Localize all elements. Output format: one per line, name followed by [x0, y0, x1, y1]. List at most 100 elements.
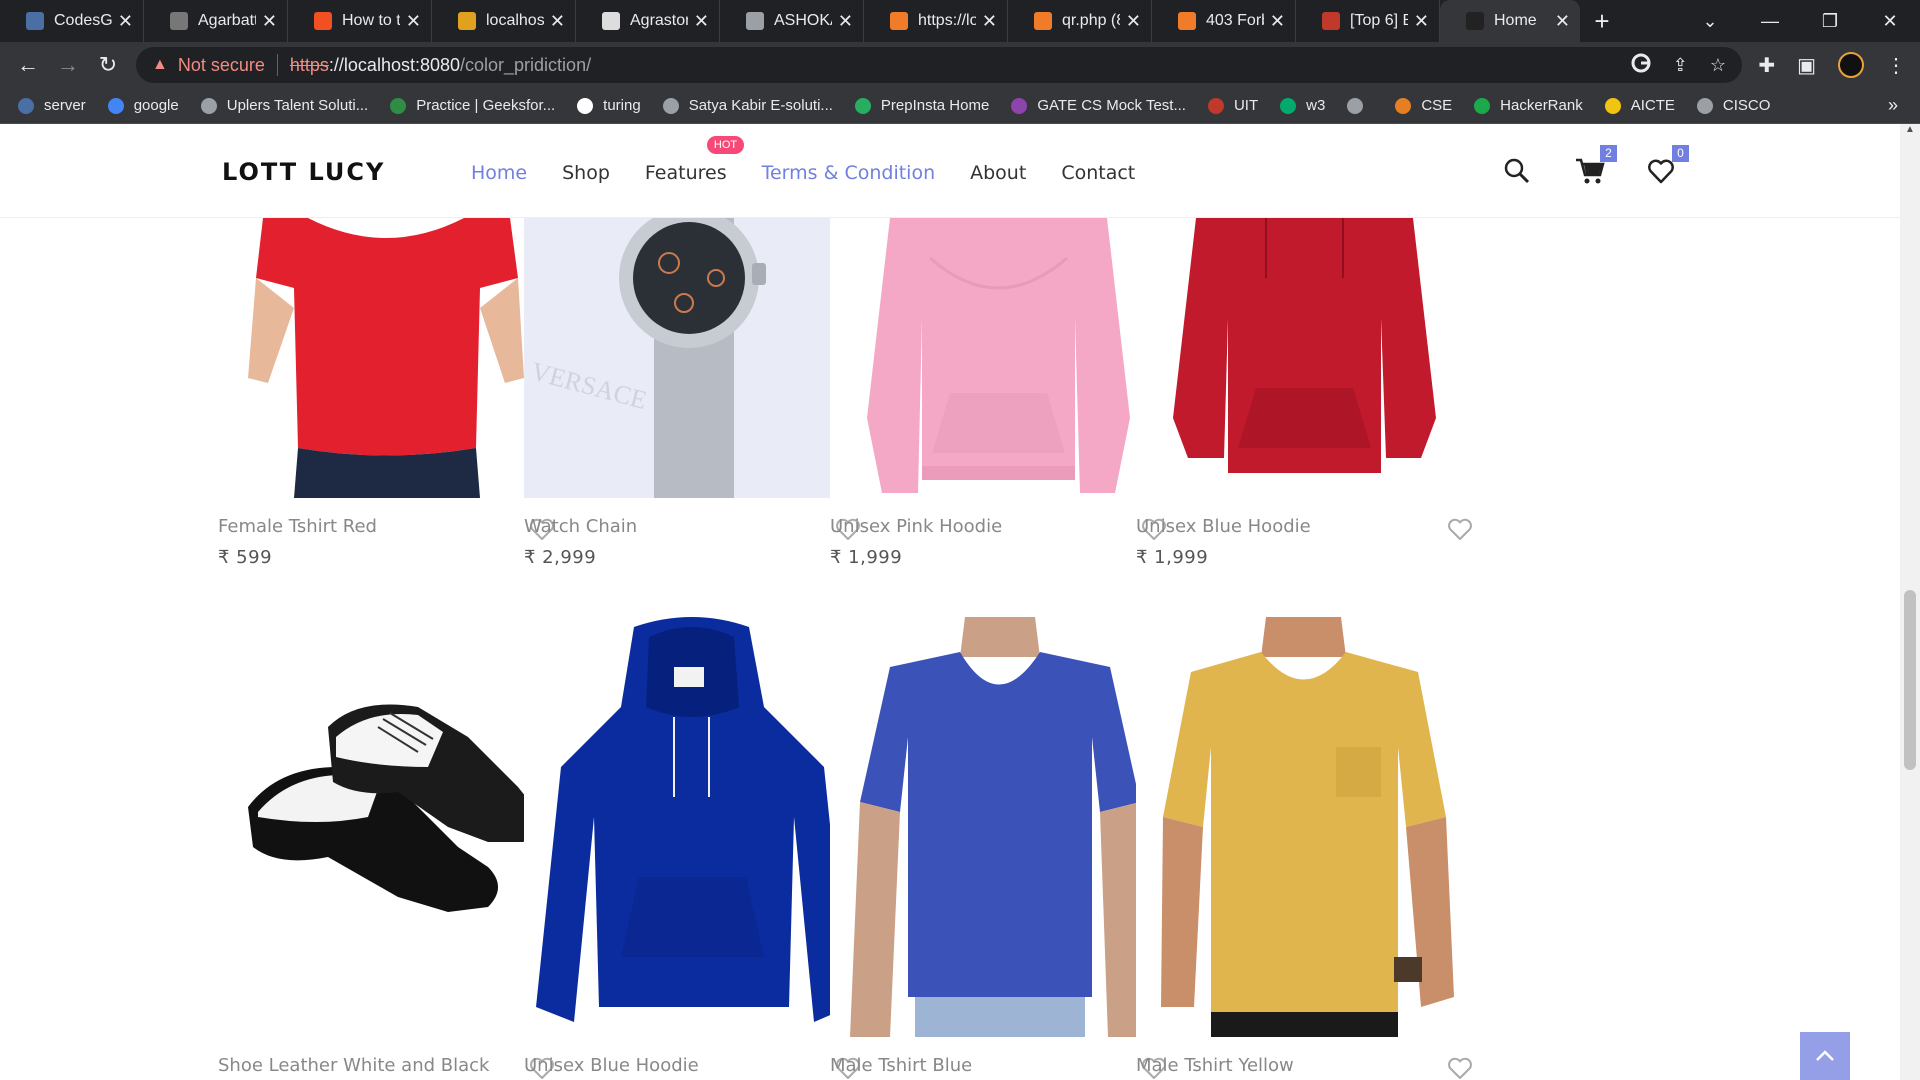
side-panel-icon[interactable]: ▣ — [1797, 53, 1816, 78]
bookmark-item[interactable]: Satya Kabir E-soluti... — [662, 97, 833, 114]
menu-shop[interactable]: Shop — [562, 162, 610, 184]
warning-icon[interactable]: ▲ — [152, 56, 168, 74]
product-name[interactable]: Watch Chain — [524, 516, 861, 537]
close-tab-icon[interactable]: ✕ — [262, 11, 277, 32]
bookmark-item[interactable]: GATE CS Mock Test... — [1011, 97, 1186, 114]
profile-avatar[interactable] — [1838, 52, 1864, 78]
close-tab-icon[interactable]: ✕ — [406, 11, 421, 32]
bookmark-item[interactable]: google — [107, 97, 179, 114]
close-tab-icon[interactable]: ✕ — [1126, 11, 1141, 32]
bookmark-item[interactable]: CSE — [1395, 97, 1452, 114]
tab-search-icon[interactable]: ⌄ — [1680, 11, 1740, 32]
back-to-top-button[interactable] — [1800, 1032, 1850, 1080]
restore-icon[interactable]: ❐ — [1800, 11, 1860, 32]
bookmark-item[interactable]: CISCO — [1696, 97, 1770, 114]
bookmark-item[interactable]: w3 — [1280, 97, 1325, 114]
tab-title: Agraston — [630, 12, 688, 29]
add-to-wishlist-heart-icon[interactable] — [1447, 1057, 1473, 1080]
search-icon[interactable] — [1503, 157, 1531, 185]
product-name[interactable]: Unisex Blue Hoodie — [524, 1055, 861, 1076]
bookmark-item[interactable]: Uplers Talent Soluti... — [200, 97, 368, 114]
scrollbar-thumb[interactable] — [1904, 590, 1916, 770]
menu-features[interactable]: Features HOT — [645, 136, 745, 184]
browser-tab-8[interactable]: 403 Forbi ✕ — [1152, 0, 1296, 42]
browser-tab-0[interactable]: CodesGro ✕ — [0, 0, 144, 42]
bookmark-label: turing — [603, 97, 641, 114]
product-image-blue-hoodie[interactable] — [524, 617, 861, 1037]
page-scrollbar[interactable]: ▲ — [1900, 124, 1920, 1080]
google-lens-icon[interactable] — [1631, 53, 1651, 78]
bookmark-item[interactable]: PrepInsta Home — [854, 97, 989, 114]
close-tab-icon[interactable]: ✕ — [838, 11, 853, 32]
bookmark-item[interactable]: HackerRank — [1474, 97, 1583, 114]
product-image-blue-tshirt[interactable] — [830, 617, 1167, 1037]
product-name[interactable]: Shoe Leather White and Black — [218, 1055, 555, 1076]
forward-icon[interactable]: → — [48, 52, 88, 78]
tab-title: How to ta — [342, 12, 400, 29]
product-card[interactable]: Male Tshirt Blue — [830, 617, 1167, 1079]
product-name[interactable]: Unisex Pink Hoodie — [830, 516, 1167, 537]
bookmarks-overflow-icon[interactable]: » — [1888, 95, 1898, 116]
chrome-menu-icon[interactable]: ⋮ — [1886, 53, 1906, 78]
close-tab-icon[interactable]: ✕ — [1270, 11, 1285, 32]
close-tab-icon[interactable]: ✕ — [118, 11, 133, 32]
product-card[interactable]: VERSACE Watch Chain ₹ 2,999 — [524, 218, 861, 568]
product-name[interactable]: Unisex Blue Hoodie — [1136, 516, 1473, 537]
menu-about[interactable]: About — [970, 162, 1026, 184]
menu-home[interactable]: Home — [471, 162, 527, 184]
close-tab-icon[interactable]: ✕ — [550, 11, 565, 32]
back-icon[interactable]: ← — [8, 52, 48, 78]
not-secure-label[interactable]: Not secure — [178, 55, 265, 76]
bookmark-star-icon[interactable]: ☆ — [1710, 55, 1726, 76]
browser-tab-3[interactable]: localhost ✕ — [432, 0, 576, 42]
reload-icon[interactable]: ↻ — [88, 52, 128, 78]
product-image-red-tshirt[interactable] — [218, 218, 555, 498]
browser-tab-5[interactable]: ASHOKA ✕ — [720, 0, 864, 42]
product-image-pink-hoodie[interactable] — [830, 218, 1167, 498]
minimize-icon[interactable]: — — [1740, 11, 1800, 32]
share-icon[interactable]: ⇪ — [1673, 55, 1688, 76]
product-image-watch[interactable]: VERSACE — [524, 218, 861, 498]
bookmark-item[interactable]: turing — [577, 97, 641, 114]
bookmark-item[interactable] — [1347, 97, 1373, 114]
new-tab-button[interactable]: + — [1580, 6, 1624, 37]
bookmark-item[interactable]: Practice | Geeksfor... — [390, 97, 555, 114]
address-bar[interactable]: ▲ Not secure https://localhost:8080/colo… — [136, 47, 1742, 83]
close-tab-icon[interactable]: ✕ — [1414, 11, 1429, 32]
product-card[interactable]: Unisex Pink Hoodie ₹ 1,999 — [830, 218, 1167, 568]
close-tab-icon[interactable]: ✕ — [982, 11, 997, 32]
browser-tab-2[interactable]: How to ta ✕ — [288, 0, 432, 42]
menu-terms[interactable]: Terms & Condition — [762, 162, 936, 184]
browser-tab-9[interactable]: [Top 6] Be ✕ — [1296, 0, 1440, 42]
product-image-shoes[interactable] — [218, 617, 555, 1037]
close-tab-icon[interactable]: ✕ — [694, 11, 709, 32]
close-window-icon[interactable]: ✕ — [1860, 11, 1920, 32]
menu-contact[interactable]: Contact — [1061, 162, 1135, 184]
bookmark-item[interactable]: UIT — [1207, 97, 1258, 114]
product-image-red-hoodie[interactable] — [1136, 218, 1473, 498]
product-name[interactable]: Female Tshirt Red — [218, 516, 555, 537]
browser-tab-10[interactable]: Home ✕ — [1440, 0, 1580, 42]
product-card[interactable]: Unisex Blue Hoodie — [524, 617, 861, 1079]
scroll-up-arrow-icon[interactable]: ▲ — [1900, 124, 1920, 135]
extensions-icon[interactable]: ✚ — [1758, 53, 1775, 78]
product-image-yellow-tshirt[interactable] — [1136, 617, 1473, 1037]
bookmark-item[interactable]: server — [18, 97, 86, 114]
product-card[interactable]: Unisex Blue Hoodie ₹ 1,999 — [1136, 218, 1473, 568]
menu-features-label[interactable]: Features — [645, 162, 727, 184]
wishlist-icon[interactable]: 0 — [1647, 145, 1689, 185]
browser-tab-4[interactable]: Agraston ✕ — [576, 0, 720, 42]
browser-tab-1[interactable]: Agarbatti ✕ — [144, 0, 288, 42]
product-name[interactable]: Male Tshirt Yellow — [1136, 1055, 1473, 1076]
browser-tab-7[interactable]: qr.php (8 ✕ — [1008, 0, 1152, 42]
product-card[interactable]: Shoe Leather White and Black — [218, 617, 555, 1079]
product-card[interactable]: Female Tshirt Red ₹ 599 — [218, 218, 555, 568]
product-card[interactable]: Male Tshirt Yellow — [1136, 617, 1473, 1079]
bookmark-item[interactable]: AICTE — [1604, 97, 1675, 114]
close-tab-icon[interactable]: ✕ — [1555, 11, 1570, 32]
cart-icon[interactable]: 2 — [1575, 145, 1617, 185]
browser-tab-6[interactable]: https://lo ✕ — [864, 0, 1008, 42]
product-name[interactable]: Male Tshirt Blue — [830, 1055, 1167, 1076]
add-to-wishlist-heart-icon[interactable] — [1447, 518, 1473, 542]
site-logo[interactable]: LOTT LUCY — [222, 158, 385, 186]
